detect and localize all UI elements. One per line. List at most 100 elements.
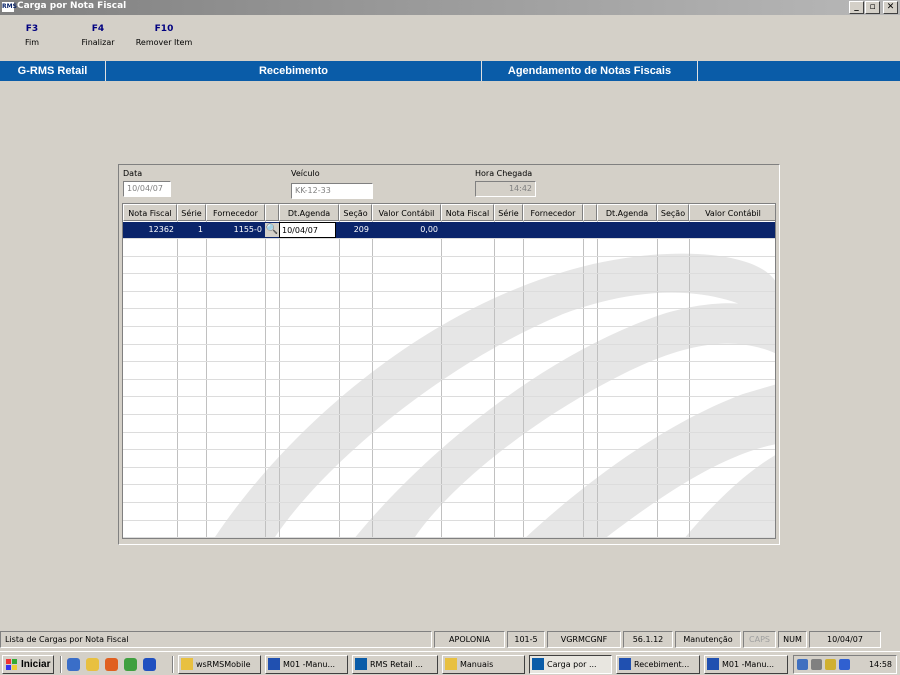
col-dt-agenda-2[interactable]: Dt.Agenda xyxy=(597,204,657,221)
status-program: VGRMCGNF xyxy=(547,631,621,648)
fkey-code: F3 xyxy=(25,24,39,34)
rms-app-icon xyxy=(532,658,544,670)
status-message: Lista de Cargas por Nota Fiscal xyxy=(0,631,432,648)
f10-remover-item-button[interactable]: F10 Remover Item xyxy=(130,24,198,47)
hora-chegada-label: Hora Chegada xyxy=(475,169,533,178)
module-name: Recebimento xyxy=(106,61,482,81)
minimize-button[interactable]: _ xyxy=(849,1,864,14)
windows-flag-icon xyxy=(6,659,17,670)
cell-dt-agenda-input[interactable]: 10/04/07 xyxy=(279,222,336,238)
task-label: M01 -Manu... xyxy=(283,660,336,669)
col-nota-fiscal-2[interactable]: Nota Fiscal xyxy=(441,204,494,221)
col-serie[interactable]: Série xyxy=(177,204,206,221)
grid-row-line xyxy=(123,484,775,485)
grid-row-line xyxy=(123,273,775,274)
f4-finalizar-button[interactable]: F4 Finalizar xyxy=(78,24,118,47)
col-valor-contabil-2[interactable]: Valor Contábil xyxy=(689,204,775,221)
screen-name: Agendamento de Notas Fiscais xyxy=(482,61,698,81)
task-label: wsRMSMobile xyxy=(196,660,251,669)
col-fornecedor[interactable]: Fornecedor xyxy=(206,204,265,221)
start-label: Iniciar xyxy=(21,659,51,670)
grid-row-line xyxy=(123,432,775,433)
ie-quicklaunch-icon[interactable] xyxy=(143,658,156,671)
col-fornecedor-2[interactable]: Fornecedor xyxy=(523,204,583,221)
status-mode: Manutenção xyxy=(675,631,741,648)
browser-quicklaunch-icon[interactable] xyxy=(67,658,80,671)
sync-tray-icon[interactable] xyxy=(811,659,822,670)
task-manuais[interactable]: Manuais xyxy=(442,655,525,674)
task-m01-manual[interactable]: M01 -Manu... xyxy=(265,655,348,674)
language-tray-icon[interactable] xyxy=(839,659,850,670)
start-button[interactable]: Iniciar xyxy=(2,655,54,674)
close-button[interactable]: ✕ xyxy=(883,1,898,14)
word-document-icon xyxy=(619,658,631,670)
task-recebimento[interactable]: Recebiment... xyxy=(616,655,700,674)
app-icon: RMS xyxy=(2,2,17,12)
col-dt-agenda[interactable]: Dt.Agenda xyxy=(279,204,339,221)
notas-grid[interactable]: Nota Fiscal Série Fornecedor Dt.Agenda S… xyxy=(122,203,776,539)
title-bar: RMS Carga por Nota Fiscal _ ▫ ✕ xyxy=(0,0,900,15)
grid-row-line xyxy=(123,449,775,450)
grid-column-line xyxy=(494,221,495,538)
tool-quicklaunch-icon[interactable] xyxy=(124,658,137,671)
task-label: Recebiment... xyxy=(634,660,690,669)
cell-valor-contabil[interactable]: 0,00 xyxy=(372,222,441,238)
grid-row-line xyxy=(123,396,775,397)
grid-column-line xyxy=(657,221,658,538)
security-tray-icon[interactable] xyxy=(825,659,836,670)
status-version: 56.1.12 xyxy=(623,631,673,648)
status-date: 10/04/07 xyxy=(809,631,881,648)
cell-serie[interactable]: 1 xyxy=(177,222,206,238)
folder-quicklaunch-icon[interactable] xyxy=(86,658,99,671)
grid-column-line xyxy=(339,221,340,538)
col-valor-contabil[interactable]: Valor Contábil xyxy=(372,204,441,221)
grid-row-line xyxy=(123,379,775,380)
folder-icon xyxy=(445,658,457,670)
col-lookup-2 xyxy=(583,204,597,221)
grid-row-line xyxy=(123,256,775,257)
cell-fornecedor[interactable]: 1155-0 xyxy=(206,222,265,238)
app-name: G-RMS Retail xyxy=(0,61,106,81)
restore-button[interactable]: ▫ xyxy=(865,1,880,14)
grid-row-line xyxy=(123,520,775,521)
status-user: APOLONIA xyxy=(434,631,505,648)
grid-column-line xyxy=(279,221,280,538)
grid-row-line xyxy=(123,308,775,309)
cell-nota-fiscal[interactable]: 12362 xyxy=(123,222,177,238)
cell-secao[interactable]: 209 xyxy=(339,222,372,238)
grid-header: Nota Fiscal Série Fornecedor Dt.Agenda S… xyxy=(123,204,775,221)
taskbar-clock[interactable]: 14:58 xyxy=(869,656,892,673)
taskbar-separator xyxy=(60,656,62,673)
task-rms-retail[interactable]: RMS Retail ... xyxy=(352,655,438,674)
veiculo-field[interactable]: KK-12-33 xyxy=(291,183,373,199)
grid-column-line xyxy=(597,221,598,538)
word-document-icon xyxy=(268,658,280,670)
grid-row-line xyxy=(123,291,775,292)
grid-row-line xyxy=(123,344,775,345)
fkey-label: Finalizar xyxy=(81,38,115,47)
data-label: Data xyxy=(123,169,143,178)
col-secao-2[interactable]: Seção xyxy=(657,204,689,221)
network-tray-icon[interactable] xyxy=(797,659,808,670)
fkey-code: F10 xyxy=(154,24,174,34)
window-title: Carga por Nota Fiscal xyxy=(17,1,127,11)
task-label: Carga por ... xyxy=(547,660,597,669)
col-serie-2[interactable]: Série xyxy=(494,204,523,221)
task-carga-por-nota[interactable]: Carga por ... xyxy=(529,655,612,674)
app-quicklaunch-icon[interactable] xyxy=(105,658,118,671)
status-caps: CAPS xyxy=(743,631,776,648)
word-document-icon xyxy=(707,658,719,670)
f3-fim-button[interactable]: F3 Fim xyxy=(18,24,46,47)
grid-column-line xyxy=(372,221,373,538)
hora-chegada-field[interactable]: 14:42 xyxy=(475,181,536,197)
task-wsrmsmobile[interactable]: wsRMSMobile xyxy=(178,655,261,674)
grid-column-line xyxy=(583,221,584,538)
logo-watermark xyxy=(214,253,775,538)
task-m01-manual-2[interactable]: M01 -Manu... xyxy=(704,655,788,674)
col-nota-fiscal[interactable]: Nota Fiscal xyxy=(123,204,177,221)
grid-column-line xyxy=(441,221,442,538)
status-store: 101-5 xyxy=(507,631,545,648)
binoculars-lookup-icon[interactable]: 🔍 xyxy=(265,223,279,237)
col-secao[interactable]: Seção xyxy=(339,204,372,221)
data-field[interactable]: 10/04/07 xyxy=(123,181,171,197)
